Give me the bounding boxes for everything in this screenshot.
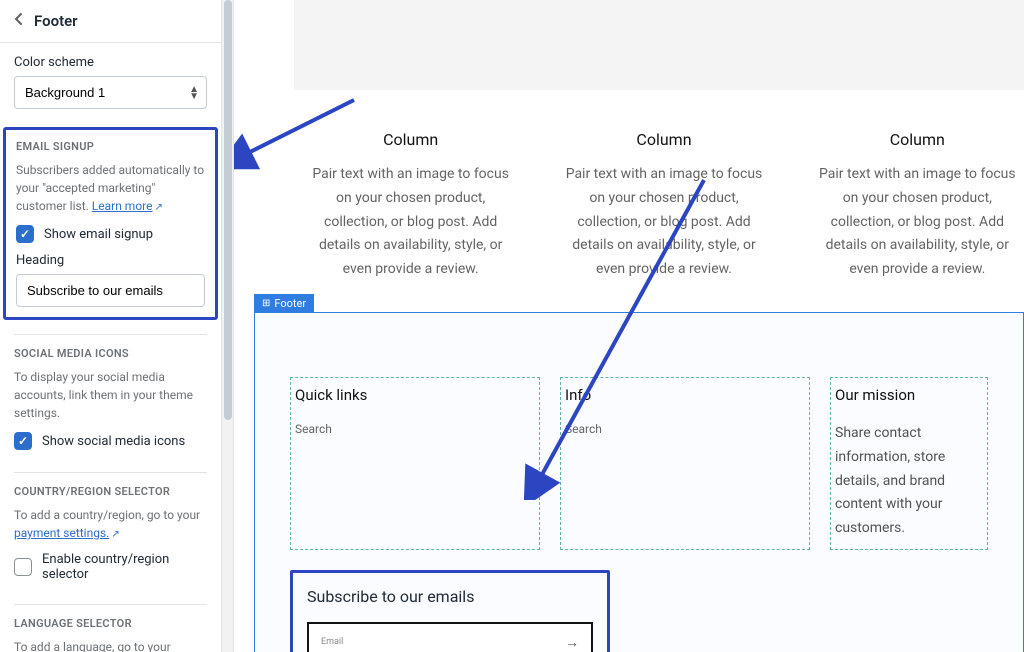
email-placeholder: Email [321,637,565,647]
enable-country-row: Enable country/region selector [14,552,207,582]
footer-link[interactable]: Search [561,422,809,436]
column-title: Column [811,130,1024,149]
footer-section-preview[interactable]: ⊞ Footer Quick links Search Info Search [254,312,1024,652]
footer-col-title: Our mission [831,386,987,404]
footer-link[interactable]: Search [291,422,539,436]
email-signup-desc: Subscribers added automatically to your … [16,161,205,215]
social-desc: To display your social media accounts, l… [14,368,207,422]
footer-col-body: Share contact information, store details… [831,422,987,541]
footer-section-tag[interactable]: ⊞ Footer [254,294,314,313]
column-body: Pair text with an image to focus on your… [557,163,770,282]
column[interactable]: Column Pair text with an image to focus … [557,130,770,282]
email-input-field[interactable]: Email → [307,622,593,652]
footer-columns: Quick links Search Info Search Our missi… [290,377,988,550]
show-social-checkbox[interactable] [14,432,32,450]
external-link-icon: ↗ [155,200,163,215]
column[interactable]: Column Pair text with an image to focus … [811,130,1024,282]
show-email-signup-checkbox[interactable] [16,225,34,243]
show-social-label: Show social media icons [42,434,185,449]
subscribe-block[interactable]: Subscribe to our emails Email → [290,570,610,652]
email-signup-title: EMAIL SIGNUP [16,140,205,153]
sidebar-body: Color scheme Background 1 ▲▼ EMAIL SIGNU… [0,43,221,652]
sidebar-title: Footer [34,12,78,30]
column-body: Pair text with an image to focus on your… [304,163,517,282]
social-section: SOCIAL MEDIA ICONS To display your socia… [14,334,207,472]
payment-settings-link[interactable]: payment settings.↗ [14,526,120,540]
scrollbar-thumb[interactable] [224,0,232,420]
language-title: LANGUAGE SELECTOR [14,617,207,630]
enable-country-checkbox[interactable] [14,558,32,576]
settings-sidebar: Footer Color scheme Background 1 ▲▼ EMAI… [0,0,222,652]
image-placeholder-block [294,0,1024,90]
show-social-row: Show social media icons [14,432,207,450]
heading-input[interactable] [16,274,205,307]
color-scheme-select[interactable]: Background 1 [14,76,207,109]
section-icon: ⊞ [262,298,270,309]
show-email-signup-label: Show email signup [44,227,153,242]
preview-canvas: Column Pair text with an image to focus … [234,0,1024,652]
column-title: Column [557,130,770,149]
enable-country-label: Enable country/region selector [42,552,207,582]
social-title: SOCIAL MEDIA ICONS [14,347,207,360]
footer-col-quick-links[interactable]: Quick links Search [290,377,540,550]
column-title: Column [304,130,517,149]
country-title: COUNTRY/REGION SELECTOR [14,485,207,498]
language-desc: To add a language, go to your language s… [14,638,207,652]
subscribe-title: Subscribe to our emails [307,587,593,606]
color-scheme-label: Color scheme [14,55,207,70]
learn-more-link[interactable]: Learn more↗ [92,199,163,213]
footer-col-title: Quick links [291,386,539,404]
footer-col-info[interactable]: Info Search [560,377,810,550]
submit-arrow-icon[interactable]: → [565,634,579,651]
external-link-icon: ↗ [111,527,119,542]
column[interactable]: Column Pair text with an image to focus … [304,130,517,282]
show-email-signup-row: Show email signup [16,225,205,243]
footer-col-mission[interactable]: Our mission Share contact information, s… [830,377,988,550]
country-desc: To add a country/region, go to your paym… [14,506,207,542]
back-icon[interactable] [14,12,24,30]
country-section: COUNTRY/REGION SELECTOR To add a country… [14,472,207,604]
sidebar-scrollbar[interactable] [222,0,234,652]
multicolumn-section: Column Pair text with an image to focus … [304,130,1024,282]
heading-label: Heading [16,253,205,268]
sidebar-header: Footer [0,0,221,43]
column-body: Pair text with an image to focus on your… [811,163,1024,282]
email-signup-section: EMAIL SIGNUP Subscribers added automatic… [3,127,218,320]
footer-col-title: Info [561,386,809,404]
language-section: LANGUAGE SELECTOR To add a language, go … [14,604,207,652]
color-scheme-field: Color scheme Background 1 ▲▼ [14,55,207,109]
